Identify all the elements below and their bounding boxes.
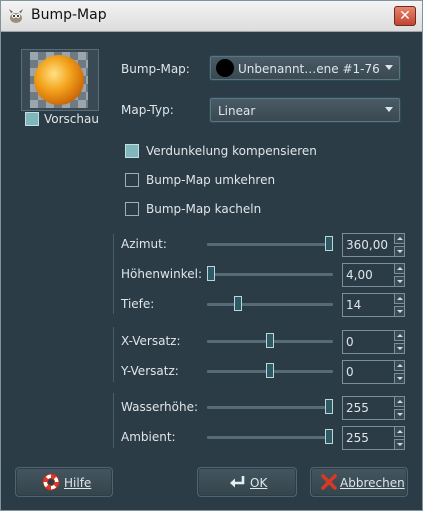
elevation-track[interactable]	[207, 273, 333, 276]
spin-up-icon[interactable]	[394, 426, 405, 437]
ambient-value: 255	[346, 431, 369, 445]
red-x-icon	[321, 474, 337, 490]
azimut-spinbox[interactable]: 360,00	[342, 233, 405, 257]
help-label: Hilfe	[64, 476, 92, 490]
bumpmap-thumbnail	[216, 59, 234, 77]
invert-bumpmap-checkbox[interactable]	[125, 173, 139, 187]
waterlevel-label: Wasserhöhe:	[121, 400, 199, 414]
tile-bumpmap-checkbox[interactable]	[125, 202, 139, 216]
depth-label: Tiefe:	[121, 297, 155, 311]
depth-track[interactable]	[207, 303, 333, 306]
elevation-handle[interactable]	[207, 266, 215, 281]
ok-button[interactable]: OK	[197, 467, 297, 497]
ambient-label: Ambient:	[121, 430, 176, 444]
azimut-label: Azimut:	[121, 237, 167, 251]
waterlevel-spinbox[interactable]: 255	[342, 396, 405, 420]
spin-down-icon[interactable]	[394, 306, 405, 317]
y-offset-label: Y-Versatz:	[121, 364, 179, 378]
window-title: Bump-Map	[31, 7, 107, 23]
title-bar[interactable]: Bump-Map ✕	[1, 1, 422, 32]
spin-down-icon[interactable]	[394, 276, 405, 287]
depth-handle[interactable]	[234, 296, 243, 311]
waterlevel-value: 255	[346, 401, 369, 415]
elevation-label: Höhenwinkel:	[121, 267, 202, 281]
spin-up-icon[interactable]	[394, 396, 405, 407]
close-button[interactable]: ✕	[394, 6, 416, 26]
spin-up-icon[interactable]	[394, 293, 405, 304]
waterlevel-track[interactable]	[207, 406, 333, 409]
ambient-handle[interactable]	[325, 429, 333, 444]
preview-sphere	[34, 55, 84, 105]
lifebuoy-icon	[42, 473, 60, 491]
cancel-label: Abbrechen	[340, 476, 405, 490]
elevation-spinbox[interactable]: 4,00	[342, 263, 405, 287]
cancel-button[interactable]: Abbrechen	[310, 467, 408, 497]
gimp-icon	[9, 9, 23, 23]
chevron-down-icon	[385, 107, 393, 112]
preview-area	[21, 49, 99, 111]
maptype-label: Map-Typ:	[121, 103, 174, 117]
enter-arrow-icon	[230, 476, 245, 488]
y-offset-handle[interactable]	[266, 363, 274, 378]
spin-down-icon[interactable]	[394, 343, 405, 354]
compensate-darkening-checkbox[interactable]	[125, 144, 139, 158]
preview-label[interactable]: Vorschau	[44, 112, 99, 126]
spin-down-icon[interactable]	[394, 409, 405, 420]
waterlevel-handle[interactable]	[325, 399, 333, 414]
x-offset-handle[interactable]	[266, 333, 274, 348]
spin-up-icon[interactable]	[394, 360, 405, 371]
group-separator	[113, 327, 114, 382]
close-icon: ✕	[399, 8, 411, 24]
x-offset-value: 0	[346, 335, 354, 349]
spin-up-icon[interactable]	[394, 330, 405, 341]
spin-down-icon[interactable]	[394, 373, 405, 384]
y-offset-value: 0	[346, 365, 354, 379]
y-offset-spinbox[interactable]: 0	[342, 360, 405, 384]
chevron-down-icon	[385, 65, 393, 70]
tile-bumpmap-label[interactable]: Bump-Map kacheln	[146, 202, 261, 216]
bumpmap-value: Unbenannt…ene #1-76	[238, 62, 380, 76]
ok-label: OK	[250, 476, 268, 490]
ambient-spinbox[interactable]: 255	[342, 426, 405, 450]
azimut-track[interactable]	[207, 243, 333, 246]
maptype-combo[interactable]: Linear	[209, 97, 401, 123]
depth-spinbox[interactable]: 14	[342, 293, 405, 317]
bump-map-dialog: Bump-Map ✕ Vorschau Bump-Map: Unbenannt……	[0, 0, 423, 511]
ambient-track[interactable]	[207, 436, 333, 439]
spin-up-icon[interactable]	[394, 263, 405, 274]
x-offset-spinbox[interactable]: 0	[342, 330, 405, 354]
bumpmap-combo[interactable]: Unbenannt…ene #1-76	[209, 55, 401, 81]
depth-value: 14	[346, 298, 362, 312]
azimut-value: 360,00	[346, 238, 388, 252]
spin-down-icon[interactable]	[394, 439, 405, 450]
spin-up-icon[interactable]	[394, 233, 405, 244]
spin-down-icon[interactable]	[394, 246, 405, 257]
elevation-value: 4,00	[346, 268, 373, 282]
maptype-value: Linear	[218, 104, 256, 118]
compensate-darkening-label[interactable]: Verdunkelung kompensieren	[146, 144, 317, 158]
help-button[interactable]: Hilfe	[15, 467, 113, 497]
invert-bumpmap-label[interactable]: Bump-Map umkehren	[146, 173, 275, 187]
group-separator	[113, 234, 114, 314]
x-offset-label: X-Versatz:	[121, 334, 181, 348]
bumpmap-label: Bump-Map:	[121, 62, 190, 76]
azimut-handle[interactable]	[325, 236, 333, 251]
preview-image	[30, 52, 88, 108]
group-separator	[113, 393, 114, 448]
preview-checkbox[interactable]	[25, 112, 39, 126]
